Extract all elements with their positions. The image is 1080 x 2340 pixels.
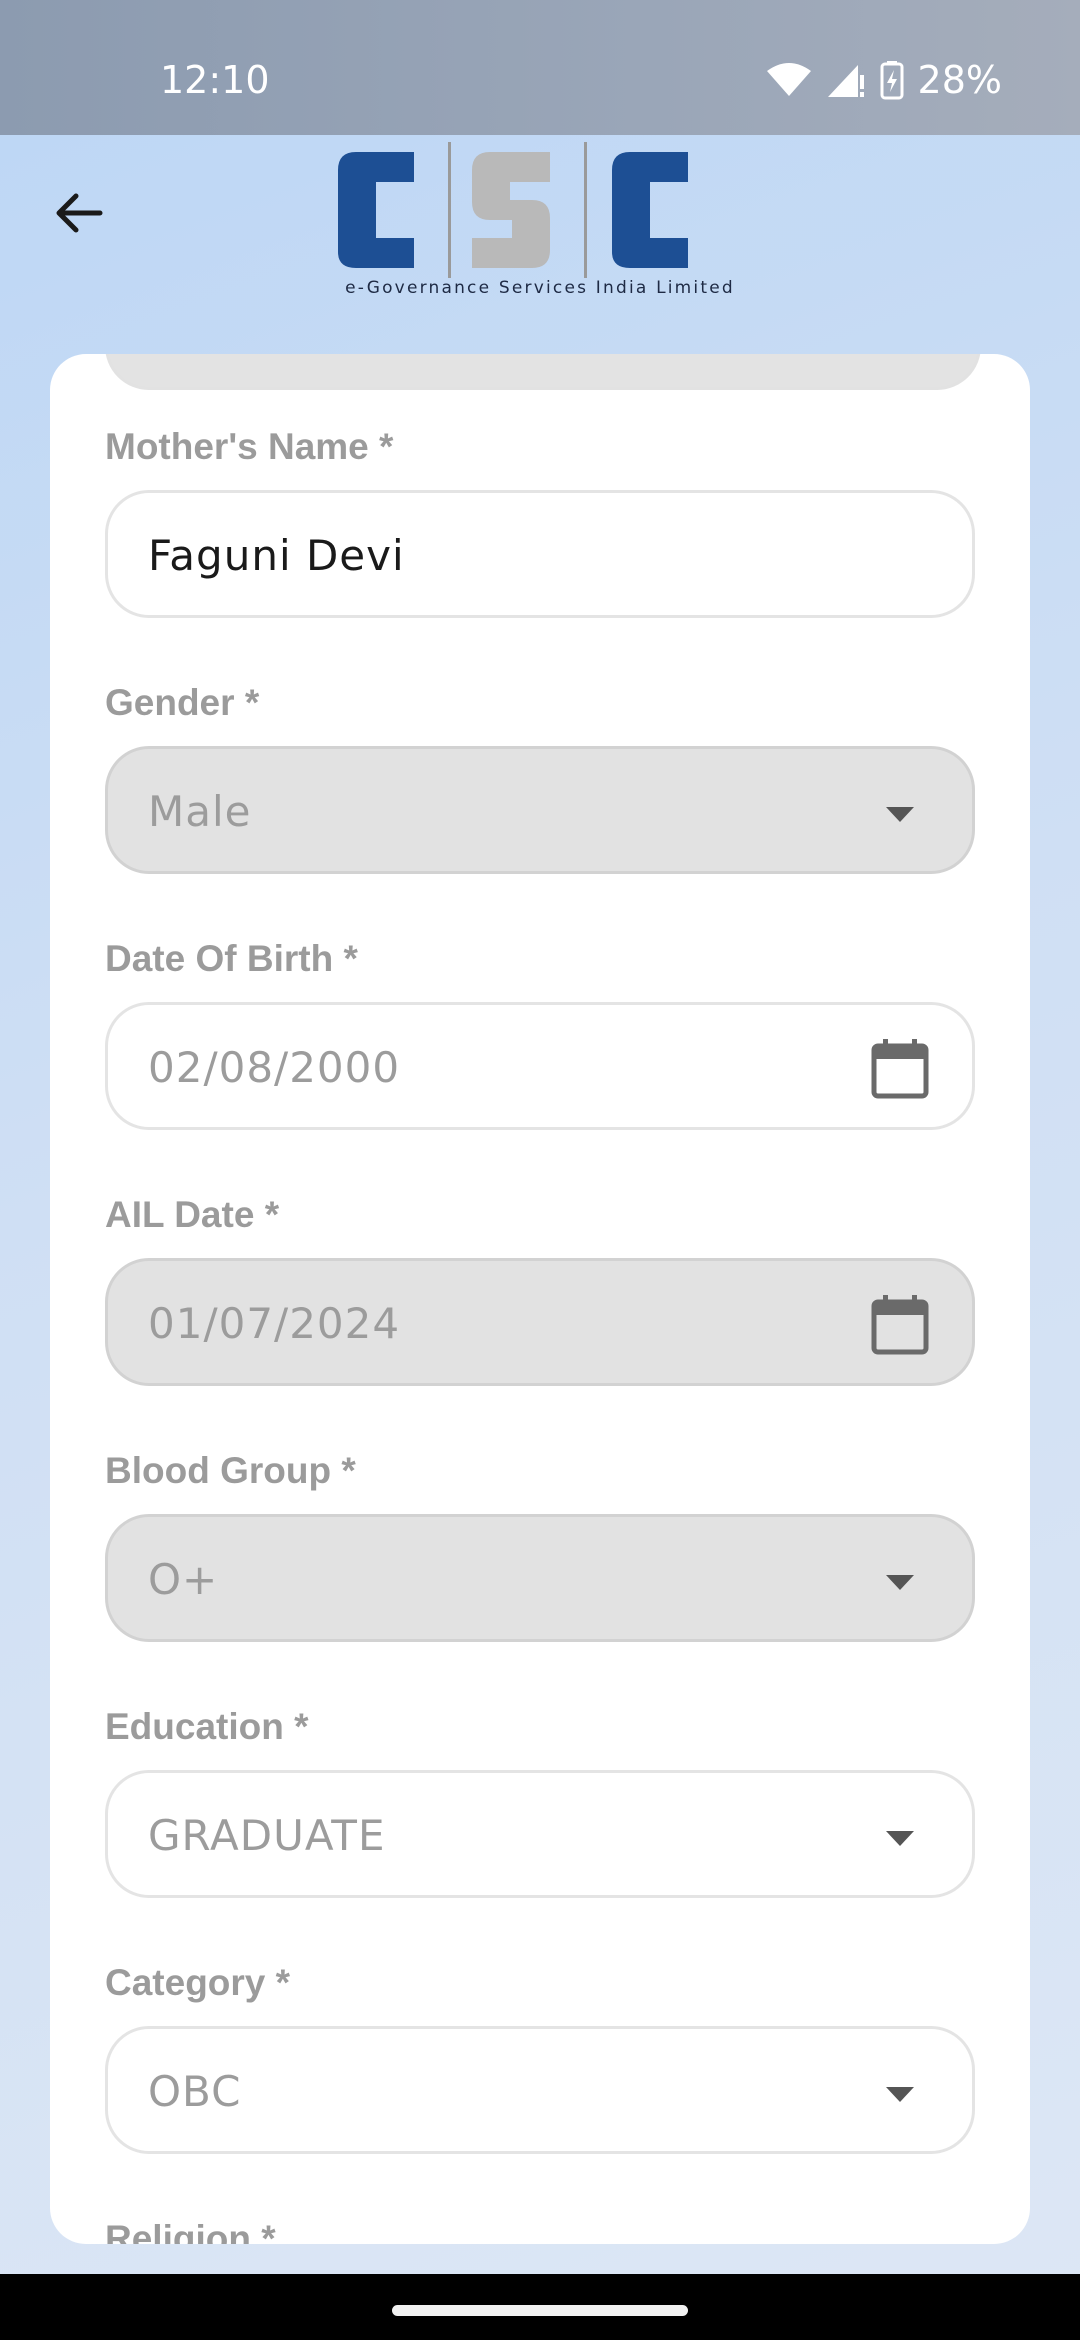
- mothers-name-input[interactable]: Faguni Devi: [105, 490, 975, 618]
- category-dropdown[interactable]: OBC: [105, 2026, 975, 2154]
- dropdown-arrow-icon: [886, 807, 914, 822]
- dob-label: Date Of Birth *: [105, 938, 358, 979]
- religion-label: Religion *: [105, 2218, 276, 2244]
- battery-percent: 28%: [917, 58, 1002, 102]
- logo-tagline: e-Governance Services India Limited: [345, 278, 735, 298]
- dropdown-arrow-icon: [886, 1575, 914, 1590]
- dropdown-arrow-icon: [886, 2087, 914, 2102]
- mothers-name-value: Faguni Devi: [148, 531, 405, 580]
- dob-value: 02/08/2000: [148, 1043, 401, 1092]
- back-button[interactable]: [40, 175, 116, 251]
- dob-date-field[interactable]: 02/08/2000: [105, 1002, 975, 1130]
- blood-group-value: O+: [148, 1555, 219, 1604]
- calendar-icon[interactable]: [870, 1037, 930, 1099]
- ail-date-field[interactable]: 01/07/2024: [105, 1258, 975, 1386]
- education-dropdown[interactable]: GRADUATE: [105, 1770, 975, 1898]
- arrow-back-icon: [56, 193, 103, 233]
- education-label: Education *: [105, 1706, 309, 1747]
- category-label: Category *: [105, 1962, 291, 2003]
- home-indicator[interactable]: [392, 2305, 688, 2316]
- blood-group-dropdown[interactable]: O+: [105, 1514, 975, 1642]
- cell-signal-icon: [827, 65, 864, 97]
- education-value: GRADUATE: [148, 1811, 386, 1860]
- battery-charging-icon: [880, 61, 904, 100]
- status-icons: 28%: [766, 58, 1002, 102]
- wifi-icon: [766, 63, 811, 96]
- gender-label: Gender *: [105, 682, 260, 723]
- status-time: 12:10: [160, 58, 270, 102]
- status-bar: 12:10 28%: [0, 0, 1080, 135]
- blood-group-label: Blood Group *: [105, 1450, 356, 1491]
- category-value: OBC: [148, 2067, 242, 2116]
- previous-field-edge: [105, 354, 981, 390]
- mothers-name-label: Mother's Name *: [105, 426, 394, 467]
- dropdown-arrow-icon: [886, 1831, 914, 1846]
- calendar-icon[interactable]: [870, 1293, 930, 1355]
- form-card: Mother's Name * Faguni Devi Gender * Mal…: [50, 354, 1030, 2244]
- ail-date-label: AIL Date *: [105, 1194, 280, 1235]
- gender-value: Male: [148, 787, 252, 836]
- ail-date-value: 01/07/2024: [148, 1299, 401, 1348]
- gender-dropdown[interactable]: Male: [105, 746, 975, 874]
